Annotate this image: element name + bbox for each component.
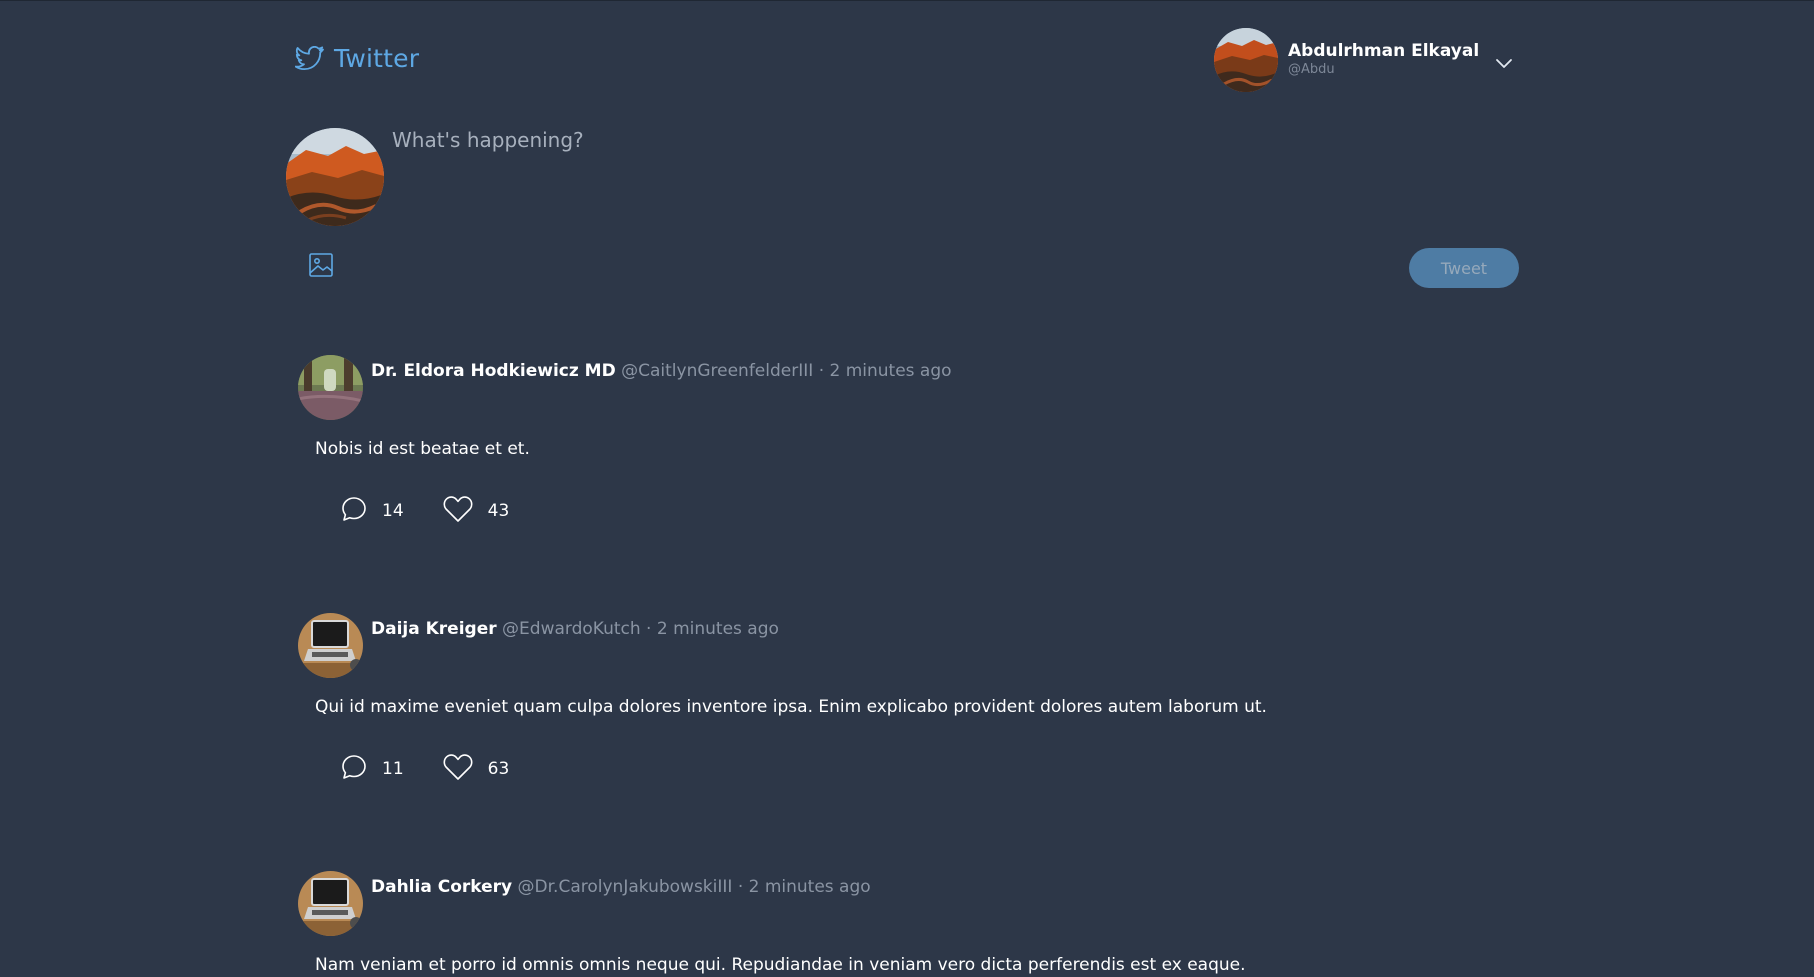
like-button[interactable]: 43	[442, 495, 510, 527]
tweet-author-avatar[interactable]	[298, 613, 363, 678]
reply-button[interactable]: 11	[340, 753, 404, 785]
image-upload-button[interactable]	[306, 252, 336, 282]
top-border	[0, 0, 1814, 1]
comment-icon	[340, 495, 368, 527]
reply-count: 11	[382, 759, 404, 779]
tweet-author-avatar[interactable]	[298, 355, 363, 420]
like-button[interactable]: 63	[442, 753, 510, 785]
reply-count: 14	[382, 501, 404, 521]
heart-icon	[442, 753, 474, 785]
user-handle: @Abdu	[1288, 62, 1335, 77]
composer-avatar	[286, 128, 384, 226]
tweet-body: Qui id maxime eveniet quam culpa dolores…	[315, 697, 1267, 717]
user-name: Abdulrhman Elkayal	[1288, 41, 1480, 61]
user-avatar	[1214, 28, 1278, 92]
chevron-down-icon[interactable]	[1495, 54, 1513, 73]
tweet-author-name[interactable]: Dahlia Corkery	[371, 877, 512, 897]
tweet-timestamp: 2 minutes ago	[748, 877, 871, 897]
tweet-author-name[interactable]: Daija Kreiger	[371, 619, 497, 639]
page: Twitter Abdulrhman Elkayal @Abdu What's …	[0, 0, 1814, 977]
tweet-header: Dahlia Corkery @Dr.CarolynJakubowskiIII …	[371, 877, 871, 897]
separator-dot: ·	[646, 619, 652, 639]
tweet-composer-input[interactable]	[380, 118, 1480, 218]
like-count: 43	[487, 501, 510, 521]
tweet-timestamp: 2 minutes ago	[656, 619, 779, 639]
tweet-author-handle[interactable]: @Dr.CarolynJakubowskiIII	[518, 877, 733, 897]
comment-icon	[340, 753, 368, 785]
tweet-header: Dr. Eldora Hodkiewicz MD @CaitlynGreenfe…	[371, 361, 952, 381]
tweet-header: Daija Kreiger @EdwardoKutch · 2 minutes …	[371, 619, 779, 639]
tweet-timestamp: 2 minutes ago	[829, 361, 952, 381]
brand-logo[interactable]: Twitter	[295, 44, 419, 73]
separator-dot: ·	[818, 361, 825, 381]
tweet-button[interactable]: Tweet	[1409, 248, 1519, 288]
user-menu[interactable]: Abdulrhman Elkayal @Abdu	[1214, 28, 1513, 92]
tweet-author-handle[interactable]: @EdwardoKutch	[502, 619, 641, 639]
user-info: Abdulrhman Elkayal @Abdu	[1288, 41, 1479, 79]
tweet-body: Nam veniam et porro id omnis omnis neque…	[315, 955, 1246, 975]
tweet-actions: 11 63	[340, 753, 509, 785]
image-icon	[308, 252, 334, 282]
tweet-author-name[interactable]: Dr. Eldora Hodkiewicz MD	[371, 361, 616, 381]
tweet-body: Nobis id est beatae et et.	[315, 439, 530, 459]
brand-name: Twitter	[334, 44, 420, 73]
twitter-bird-icon	[295, 45, 325, 72]
heart-icon	[442, 495, 474, 527]
tweet-author-handle[interactable]: @CaitlynGreenfelderIII	[621, 361, 813, 381]
separator-dot: ·	[737, 877, 744, 897]
tweet-author-avatar[interactable]	[298, 871, 363, 936]
reply-button[interactable]: 14	[340, 495, 404, 527]
like-count: 63	[487, 759, 510, 779]
tweet-actions: 14 43	[340, 495, 509, 527]
